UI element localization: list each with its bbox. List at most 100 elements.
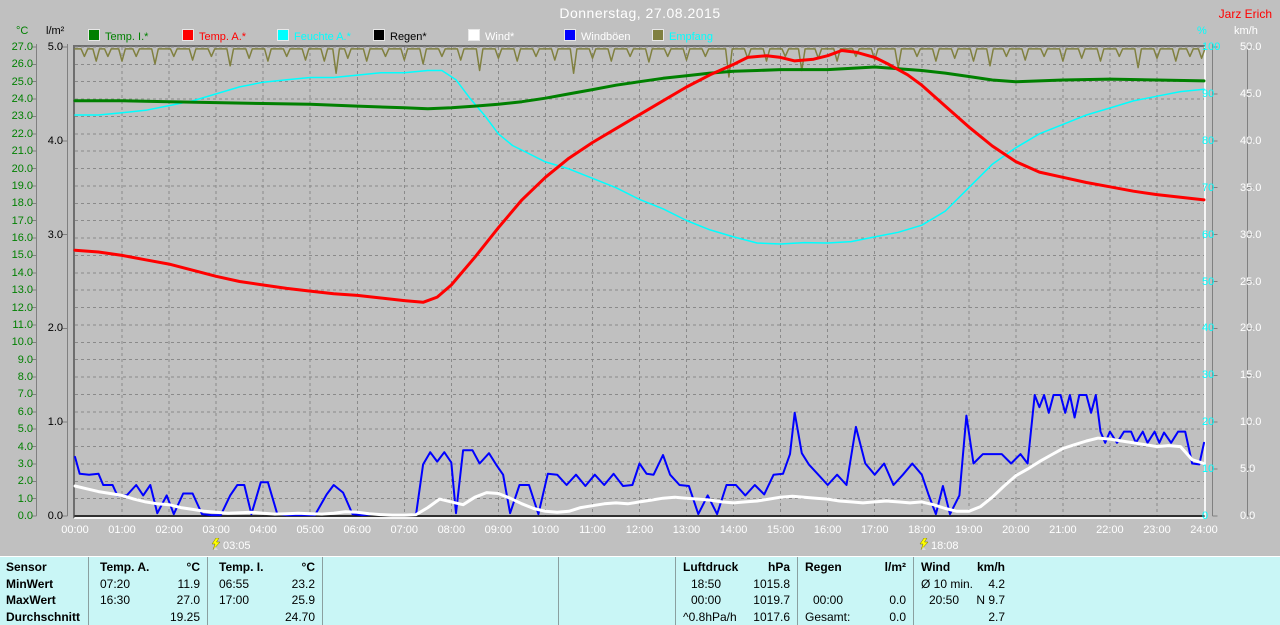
time-tick-label: 00:00: [61, 524, 89, 536]
time-tick-label: 24:00: [1190, 524, 1218, 536]
tick-label-percent: 10: [1202, 463, 1215, 476]
tick-label-lm2: 4.0: [47, 134, 63, 147]
tick-label-celsius: 8.0: [17, 371, 33, 384]
avg-value: 24.70: [284, 610, 315, 624]
tick-label-kmh: 30.0: [1240, 228, 1262, 241]
tick-label-kmh: 20.0: [1240, 322, 1262, 335]
tick-label-celsius: 10.0: [11, 336, 33, 349]
tick-label-celsius: 21.0: [11, 145, 33, 158]
tick-label-percent: 0: [1202, 510, 1209, 522]
tick-label-percent: 80: [1202, 134, 1215, 147]
time-tick-label: 20:00: [1002, 524, 1030, 536]
table-divider: [558, 557, 559, 625]
avg-value: 0.0: [889, 610, 906, 624]
event-marker-time: 18:08: [931, 540, 959, 552]
tick-label-kmh: 50.0: [1240, 41, 1262, 53]
tick-label-kmh: 10.0: [1240, 416, 1262, 429]
lightning-icon: [211, 537, 221, 551]
tick-label-celsius: 4.0: [17, 440, 33, 453]
event-marker: 18:08: [918, 537, 959, 552]
max-value: 27.0: [176, 593, 200, 607]
tick-label-percent: 30: [1202, 369, 1215, 382]
tick-label-celsius: 17.0: [11, 214, 33, 227]
tick-label-kmh: 25.0: [1240, 275, 1262, 288]
time-tick-label: 10:00: [531, 524, 560, 536]
tick-label-lm2: 3.0: [47, 228, 63, 241]
table-divider: [88, 557, 89, 625]
table-divider: [797, 557, 798, 625]
tick-label-percent: 60: [1202, 228, 1215, 241]
table-divider: [207, 557, 208, 625]
min-value: 11.9: [177, 577, 200, 591]
table-col-regen: Regen l/m² 00:00 0.0 Gesamt: 0.0: [797, 557, 913, 625]
statistics-table: Sensor MinWert MaxWert Durchschnitt Temp…: [0, 556, 1280, 625]
tick-label-percent: 50: [1202, 275, 1215, 288]
time-tick-label: 13:00: [672, 524, 701, 536]
tick-label-celsius: 23.0: [11, 110, 33, 123]
min-value: 1015.8: [753, 577, 790, 591]
col-header: Regen: [805, 560, 842, 574]
max-value: 25.9: [291, 593, 315, 607]
table-col-luftdruck: Luftdruck hPa 18:50 1015.8 00:00 1019.7 ^0.…: [675, 557, 797, 625]
tick-label-kmh: 0.0: [1240, 510, 1256, 522]
table-divider: [913, 557, 914, 625]
time-tick-label: 15:00: [766, 524, 795, 536]
tick-label-celsius: 22.0: [11, 127, 33, 140]
lightning-icon: [919, 537, 929, 551]
tick-label-celsius: 24.0: [11, 93, 33, 106]
time-tick-label: 12:00: [625, 524, 654, 536]
col-header: Luftdruck: [683, 560, 739, 574]
avg-note: Gesamt:: [805, 610, 851, 624]
time-tick-label: 03:00: [202, 524, 230, 536]
col-unit: hPa: [767, 560, 790, 574]
row-label-minwert: MinWert: [6, 577, 54, 591]
col-header: Temp. A.: [100, 560, 150, 574]
time-tick-label: 04:00: [249, 524, 277, 536]
col-unit: km/h: [976, 560, 1005, 574]
tick-label-celsius: 18.0: [11, 197, 33, 210]
table-row-labels: Sensor MinWert MaxWert Durchschnitt: [6, 557, 86, 625]
tick-label-celsius: 13.0: [11, 284, 33, 297]
tick-label-kmh: 40.0: [1240, 134, 1262, 147]
tick-label-celsius: 3.0: [17, 457, 33, 470]
min-time: 07:20: [100, 577, 131, 591]
tick-label-kmh: 45.0: [1240, 87, 1262, 100]
col-header: Temp. I.: [219, 560, 264, 574]
max-value: N 9.7: [976, 593, 1005, 607]
tick-label-celsius: 25.0: [11, 75, 33, 88]
tick-label-celsius: 16.0: [11, 232, 33, 245]
table-col-temp-a: Temp. A. °C 07:20 11.9 16:30 27.0 19.25: [88, 557, 207, 625]
tick-label-kmh: 35.0: [1240, 181, 1262, 194]
time-tick-label: 07:00: [390, 524, 419, 536]
min-value: 4.2: [988, 577, 1005, 591]
time-tick-label: 22:00: [1096, 524, 1124, 536]
col-unit: °C: [186, 560, 200, 574]
tick-label-percent: 40: [1202, 322, 1215, 335]
tick-label-celsius: 26.0: [11, 58, 33, 71]
table-divider: [322, 557, 323, 625]
max-time: 16:30: [100, 593, 131, 607]
tick-label-celsius: 14.0: [11, 266, 33, 279]
time-tick-label: 06:00: [343, 524, 372, 536]
time-tick-label: 19:00: [955, 524, 983, 536]
col-unit: °C: [301, 560, 315, 574]
time-tick-label: 18:00: [907, 524, 936, 536]
time-tick-label: 09:00: [484, 524, 513, 536]
tick-label-celsius: 5.0: [17, 423, 33, 436]
tick-label-celsius: 15.0: [11, 249, 33, 262]
tick-label-celsius: 27.0: [11, 41, 33, 53]
avg-value: 2.7: [988, 610, 1005, 624]
max-time: 00:00: [813, 593, 844, 607]
tick-label-celsius: 19.0: [11, 179, 33, 192]
event-marker-time: 03:05: [223, 540, 251, 552]
tick-label-kmh: 5.0: [1240, 463, 1256, 476]
tick-label-lm2: 5.0: [47, 41, 63, 53]
tick-label-percent: 90: [1202, 87, 1215, 100]
time-tick-label: 11:00: [579, 524, 606, 536]
weather-logger-app: Donnerstag, 27.08.2015 Jarz Erich °C l/m…: [0, 0, 1280, 625]
avg-value: 1017.6: [753, 610, 790, 624]
tick-label-celsius: 0.0: [17, 510, 33, 522]
min-time: 06:55: [219, 577, 250, 591]
avg-value: 19.25: [169, 610, 200, 624]
table-header-sensor: Sensor: [6, 560, 47, 574]
